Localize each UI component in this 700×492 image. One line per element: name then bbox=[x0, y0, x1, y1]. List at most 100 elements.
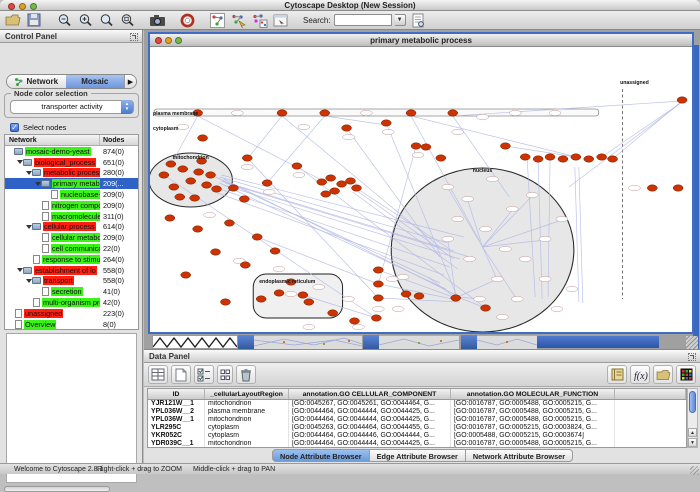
graph-node[interactable] bbox=[545, 154, 555, 160]
graph-node[interactable] bbox=[337, 181, 347, 187]
graph-node[interactable] bbox=[677, 97, 687, 103]
tree-expander-icon[interactable] bbox=[34, 182, 41, 186]
tree-expander-icon[interactable] bbox=[16, 160, 23, 164]
graph-node[interactable] bbox=[346, 178, 356, 184]
tab-edge-attribute-browser[interactable]: Edge Attribute Browser bbox=[370, 449, 466, 462]
table-row[interactable]: YDR039C__1mitochondrion[GO:0044464, GO:0… bbox=[148, 440, 686, 448]
tree-row-biological-process[interactable]: biological_process651(0) bbox=[5, 157, 138, 168]
graph-node[interactable] bbox=[321, 191, 331, 197]
tab-overflow-arrow-icon[interactable]: ▶ bbox=[124, 75, 136, 88]
zoom-selected-button[interactable] bbox=[97, 12, 115, 28]
graph-node[interactable] bbox=[211, 249, 221, 255]
graph-node[interactable] bbox=[298, 292, 308, 298]
graph-node[interactable] bbox=[181, 272, 191, 278]
search-dropdown-arrow-icon[interactable]: ▼ bbox=[395, 14, 406, 26]
edge[interactable] bbox=[599, 102, 682, 159]
graph-node[interactable] bbox=[533, 156, 543, 162]
tab-network-attribute-browser[interactable]: Network Attribute Browser bbox=[466, 449, 573, 462]
graph-node[interactable] bbox=[262, 180, 272, 186]
graph-node[interactable] bbox=[350, 318, 360, 324]
graph-node[interactable] bbox=[571, 154, 581, 160]
tree-row-metabolic-process[interactable]: metabolic process280(0) bbox=[5, 168, 138, 179]
tab-network[interactable]: Network bbox=[7, 75, 66, 88]
grid-mode-button[interactable] bbox=[217, 365, 233, 384]
new-attribute-button[interactable] bbox=[171, 365, 191, 384]
table-column-header[interactable]: ID bbox=[148, 389, 205, 399]
float-panel-icon[interactable] bbox=[688, 353, 696, 361]
graph-node[interactable] bbox=[252, 234, 262, 240]
graph-node[interactable] bbox=[326, 175, 336, 181]
table-column-header[interactable]: annotation.GO MOLECULAR_FUNCTION bbox=[451, 389, 615, 399]
table-row[interactable]: YLR295Ccytoplasm[GO:0045263, GO:0044464,… bbox=[148, 424, 686, 432]
graph-node[interactable] bbox=[240, 262, 250, 268]
tree-row-cellular-process[interactable]: cellular process614(0) bbox=[5, 222, 138, 233]
attribute-equation-button[interactable]: f(x) bbox=[630, 365, 650, 384]
graph-node[interactable] bbox=[206, 172, 216, 178]
graph-node[interactable] bbox=[558, 156, 568, 162]
graph-node[interactable] bbox=[597, 154, 607, 160]
scrollbar-thumb[interactable] bbox=[689, 391, 696, 413]
background-window-sliver[interactable] bbox=[537, 336, 659, 348]
graph-node[interactable] bbox=[228, 185, 238, 191]
edge[interactable] bbox=[579, 167, 583, 303]
graph-node[interactable] bbox=[436, 155, 446, 161]
tree-expander-icon[interactable] bbox=[25, 171, 32, 175]
attribute-notebook-button[interactable] bbox=[607, 365, 627, 384]
zoom-window-icon[interactable] bbox=[30, 3, 37, 10]
node-color-dropdown[interactable]: transporter activity ▲▼ bbox=[10, 100, 134, 114]
window-resize-grip[interactable] bbox=[686, 336, 698, 349]
background-window-sliver[interactable] bbox=[152, 335, 238, 349]
graph-node[interactable] bbox=[186, 178, 196, 184]
tree-row-overview[interactable]: Overview8(0) bbox=[5, 319, 138, 330]
tree-row-establishment-of-lo[interactable]: establishment of lo558(0) bbox=[5, 265, 138, 276]
edge[interactable] bbox=[575, 167, 579, 302]
select-attributes-button[interactable] bbox=[194, 365, 214, 384]
graph-node[interactable] bbox=[330, 188, 340, 194]
tree-row-transport[interactable]: transport558(0) bbox=[5, 276, 138, 287]
graph-node[interactable] bbox=[352, 185, 362, 191]
app-resize-grip[interactable] bbox=[690, 466, 699, 475]
background-window-sliver[interactable] bbox=[379, 335, 459, 349]
graph-node[interactable] bbox=[401, 291, 411, 297]
graph-node[interactable] bbox=[202, 182, 212, 188]
minimize-window-icon[interactable] bbox=[19, 3, 26, 10]
attribute-table-button[interactable] bbox=[148, 365, 168, 384]
open-session-button[interactable] bbox=[4, 12, 22, 28]
graph-node[interactable] bbox=[584, 156, 594, 162]
graph-node[interactable] bbox=[411, 143, 421, 149]
graph-node[interactable] bbox=[175, 194, 185, 200]
graph-node[interactable] bbox=[256, 296, 266, 302]
graph-node[interactable] bbox=[317, 179, 327, 185]
graph-node[interactable] bbox=[193, 226, 203, 232]
birds-eye-view[interactable] bbox=[6, 333, 137, 483]
table-row[interactable]: YJR121W__1mitochondrion[GO:0045267, GO:0… bbox=[148, 400, 686, 408]
graph-node[interactable] bbox=[328, 310, 338, 316]
tree-row-primary-metabo[interactable]: primary metabo209(... bbox=[5, 178, 138, 189]
import-attributes-button[interactable] bbox=[653, 365, 673, 384]
region-plasma-membrane[interactable] bbox=[154, 109, 599, 116]
table-column-header[interactable]: _cellularLayoutRegion bbox=[205, 389, 289, 399]
zoom-fit-button[interactable] bbox=[118, 12, 136, 28]
graph-node[interactable] bbox=[190, 195, 200, 201]
edge[interactable] bbox=[325, 116, 387, 125]
tree-row-secretion[interactable]: secretion41(0) bbox=[5, 286, 138, 297]
tree-row-unassigned[interactable]: unassigned223(0) bbox=[5, 308, 138, 319]
new-network-from-selection-button[interactable] bbox=[250, 12, 268, 28]
graph-node[interactable] bbox=[373, 295, 383, 301]
tree-row-nucleobase-[interactable]: nucleobase-209(0) bbox=[5, 189, 138, 200]
help-button[interactable] bbox=[178, 12, 196, 28]
network-window-titlebar[interactable]: primary metabolic process bbox=[150, 34, 692, 47]
graph-node[interactable] bbox=[342, 125, 352, 131]
tree-row-multi-organism-pro[interactable]: multi-organism pro42(0) bbox=[5, 297, 138, 308]
graph-node[interactable] bbox=[647, 185, 657, 191]
graph-node[interactable] bbox=[451, 295, 461, 301]
tab-mosaic[interactable]: Mosaic bbox=[66, 75, 125, 88]
graph-node[interactable] bbox=[165, 215, 175, 221]
network-canvas[interactable]: plasma membranecytoplasmmitochondrionnuc… bbox=[150, 47, 692, 332]
net-zoom-icon[interactable] bbox=[175, 37, 182, 44]
background-window-sliver[interactable] bbox=[238, 335, 254, 349]
tree-row-cellular-metabo[interactable]: cellular metabo209(0) bbox=[5, 232, 138, 243]
tree-expander-icon[interactable] bbox=[25, 279, 32, 283]
table-row[interactable]: YPL036W__2plasma membrane[GO:0044464, GO… bbox=[148, 408, 686, 416]
tree-expander-icon[interactable] bbox=[16, 268, 23, 272]
